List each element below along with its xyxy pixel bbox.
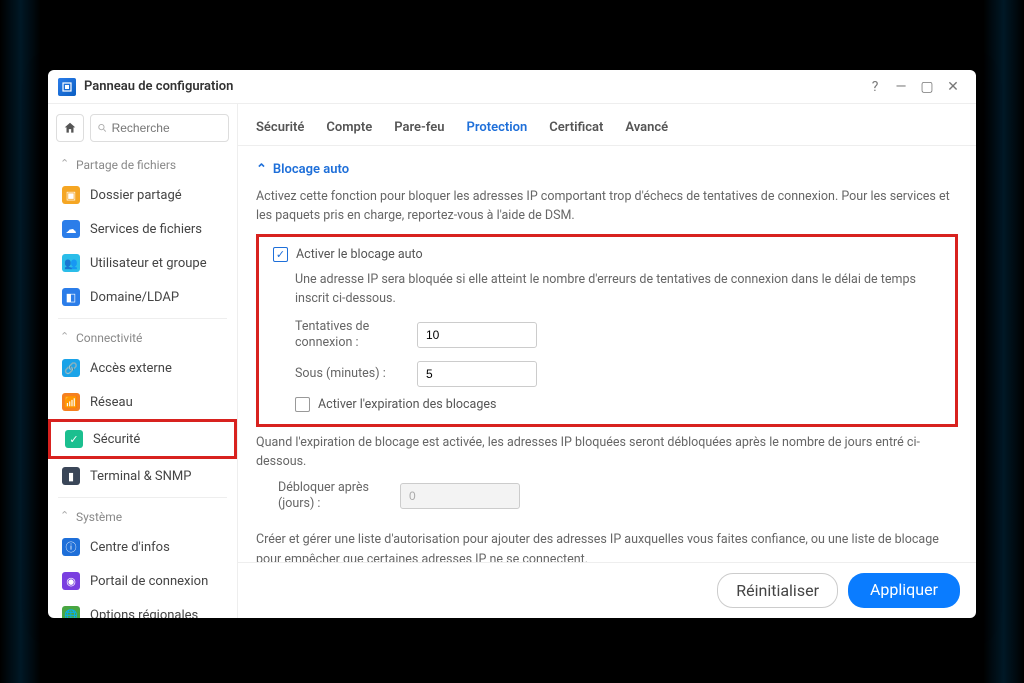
sidebar-item-label: Sécurité <box>93 432 140 447</box>
sidebar-item-shared-folder[interactable]: ▣ Dossier partagé <box>48 178 237 212</box>
enable-autoblock-desc: Une adresse IP sera bloquée si elle atte… <box>295 270 941 309</box>
sidebar-item-info-center[interactable]: ⓘ Centre d'infos <box>48 530 237 564</box>
window-title: Panneau de configuration <box>84 79 862 94</box>
enable-autoblock-label: Activer le blocage auto <box>296 247 423 262</box>
search-input[interactable] <box>112 121 222 135</box>
tab-advanced[interactable]: Avancé <box>625 114 668 145</box>
sidebar-item-label: Services de fichiers <box>90 222 202 237</box>
folder-icon: ▣ <box>62 186 80 204</box>
reset-button[interactable]: Réinitialiser <box>717 573 838 608</box>
sidebar-item-label: Portail de connexion <box>90 574 208 589</box>
section-title: Blocage auto <box>273 162 349 177</box>
enable-expiration-checkbox[interactable] <box>295 397 310 412</box>
tab-security[interactable]: Sécurité <box>256 114 304 145</box>
enable-expiration-label: Activer l'expiration des blocages <box>318 397 496 412</box>
minimize-button[interactable]: — <box>888 74 914 100</box>
sidebar-item-label: Utilisateur et groupe <box>90 256 207 271</box>
users-icon: 👥 <box>62 254 80 272</box>
sidebar-item-domain-ldap[interactable]: ◧ Domaine/LDAP <box>48 280 237 314</box>
control-panel-window: Panneau de configuration ? — ▢ ✕ Partage… <box>48 70 976 618</box>
tab-bar: Sécurité Compte Pare-feu Protection Cert… <box>238 104 976 146</box>
within-input[interactable] <box>417 361 537 387</box>
sidebar-item-label: Accès externe <box>90 361 172 376</box>
link-icon: 🔗 <box>62 359 80 377</box>
sidebar-item-file-services[interactable]: ☁ Services de fichiers <box>48 212 237 246</box>
app-icon <box>58 78 76 96</box>
portal-icon: ◉ <box>62 572 80 590</box>
titlebar: Panneau de configuration ? — ▢ ✕ <box>48 70 976 104</box>
highlighted-region: ✓ Activer le blocage auto Une adresse IP… <box>256 234 958 427</box>
close-button[interactable]: ✕ <box>940 74 966 100</box>
sidebar-item-terminal-snmp[interactable]: ▮ Terminal & SNMP <box>48 459 237 493</box>
home-button[interactable] <box>56 114 84 142</box>
expiration-description: Quand l'expiration de blocage est activé… <box>256 433 958 472</box>
search-icon <box>97 122 108 134</box>
section-description: Activez cette fonction pour bloquer les … <box>256 187 958 226</box>
globe-icon: 🌐 <box>62 606 80 618</box>
maximize-button[interactable]: ▢ <box>914 74 940 100</box>
content-area: ⌃ Blocage auto Activez cette fonction po… <box>238 146 976 562</box>
attempts-label: Tentatives de connexion : <box>295 319 405 352</box>
sidebar-item-label: Terminal & SNMP <box>90 469 191 484</box>
sidebar-item-external-access[interactable]: 🔗 Accès externe <box>48 351 237 385</box>
sidebar-item-network[interactable]: 📶 Réseau <box>48 385 237 419</box>
unblock-after-label: Débloquer après (jours) : <box>278 480 388 513</box>
tab-protection[interactable]: Protection <box>467 114 528 145</box>
sidebar-group-system[interactable]: Système <box>48 502 237 530</box>
sidebar-item-label: Domaine/LDAP <box>90 290 179 305</box>
search-box[interactable] <box>90 114 229 142</box>
sidebar: Partage de fichiers ▣ Dossier partagé ☁ … <box>48 104 238 618</box>
tab-certificate[interactable]: Certificat <box>549 114 603 145</box>
sidebar-item-regional-options[interactable]: 🌐 Options régionales <box>48 598 237 618</box>
section-autoblock-toggle[interactable]: ⌃ Blocage auto <box>256 156 958 187</box>
chevron-up-icon: ⌃ <box>256 162 267 177</box>
sidebar-item-security[interactable]: ✓ Sécurité <box>48 419 237 459</box>
domain-icon: ◧ <box>62 288 80 306</box>
cloud-icon: ☁ <box>62 220 80 238</box>
allow-block-list-desc: Créer et gérer une liste d'autorisation … <box>256 530 958 562</box>
enable-autoblock-checkbox[interactable]: ✓ <box>273 247 288 262</box>
sidebar-item-user-group[interactable]: 👥 Utilisateur et groupe <box>48 246 237 280</box>
apply-button[interactable]: Appliquer <box>848 573 960 608</box>
attempts-input[interactable] <box>417 322 537 348</box>
sidebar-item-login-portal[interactable]: ◉ Portail de connexion <box>48 564 237 598</box>
unblock-after-input <box>400 483 520 509</box>
help-button[interactable]: ? <box>862 74 888 100</box>
main-panel: Sécurité Compte Pare-feu Protection Cert… <box>238 104 976 618</box>
sidebar-item-label: Réseau <box>90 395 133 410</box>
tab-account[interactable]: Compte <box>326 114 372 145</box>
sidebar-group-connectivity[interactable]: Connectivité <box>48 323 237 351</box>
within-label: Sous (minutes) : <box>295 366 405 382</box>
tab-firewall[interactable]: Pare-feu <box>394 114 444 145</box>
sidebar-item-label: Options régionales <box>90 608 198 619</box>
info-icon: ⓘ <box>62 538 80 556</box>
terminal-icon: ▮ <box>62 467 80 485</box>
sidebar-item-label: Centre d'infos <box>90 540 170 555</box>
sidebar-item-label: Dossier partagé <box>90 188 182 203</box>
network-icon: 📶 <box>62 393 80 411</box>
shield-icon: ✓ <box>65 430 83 448</box>
sidebar-group-file-sharing[interactable]: Partage de fichiers <box>48 150 237 178</box>
footer: Réinitialiser Appliquer <box>238 562 976 618</box>
